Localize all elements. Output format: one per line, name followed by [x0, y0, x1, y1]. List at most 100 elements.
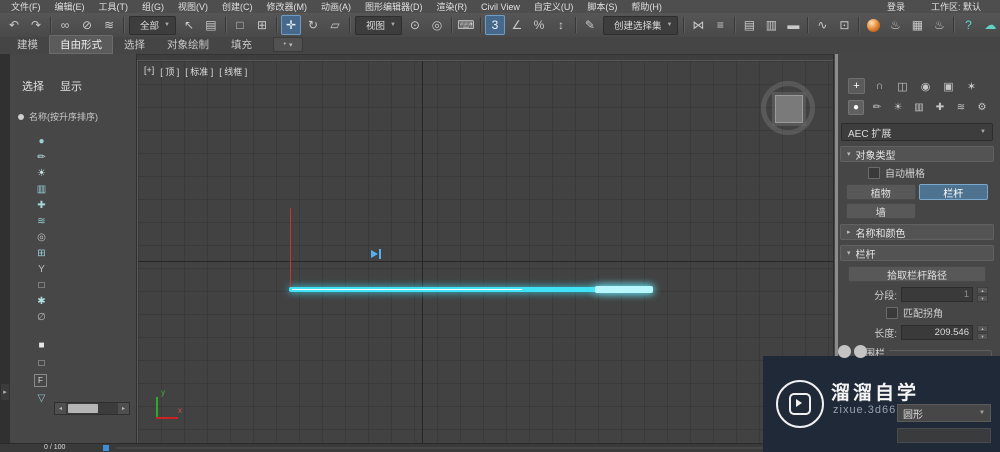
- pick-railing-path-button[interactable]: 拾取栏杆路径: [848, 266, 986, 282]
- mirror-button[interactable]: ⋈: [688, 15, 708, 35]
- length-spinner[interactable]: ▴ ▾: [977, 325, 988, 340]
- redo-button[interactable]: ↷: [26, 15, 46, 35]
- viewport-general-menu[interactable]: [+]: [144, 65, 154, 78]
- spinner-snap-button[interactable]: ↕: [551, 15, 571, 35]
- autogrid-checkbox[interactable]: [868, 166, 880, 179]
- keyboard-shortcut-override-button[interactable]: ⌨: [456, 15, 476, 35]
- layer-explorer-toggle-button[interactable]: ▥: [761, 15, 781, 35]
- named-selection-sets-dropdown[interactable]: 创建选择集 ▼: [602, 15, 679, 35]
- sign-in-button[interactable]: 登录: [880, 0, 912, 13]
- filter-geometry-icon[interactable]: ●: [34, 134, 49, 148]
- category-helpers[interactable]: ✚: [932, 100, 948, 115]
- ribbon-tab[interactable]: 自由形式: [49, 35, 113, 54]
- use-pivot-center-button[interactable]: ⊙: [405, 15, 425, 35]
- category-lights[interactable]: ☀: [890, 100, 906, 115]
- filter-frozen-icon[interactable]: ✱: [34, 294, 49, 308]
- spinner-up-icon[interactable]: ▴: [977, 325, 988, 332]
- filter-cameras-icon[interactable]: ▥: [34, 182, 49, 196]
- explorer-menu[interactable]: 选择: [22, 78, 44, 94]
- tab-display[interactable]: ▣: [940, 78, 957, 94]
- angle-snap-button[interactable]: ∠: [507, 15, 527, 35]
- menu-item[interactable]: 渲染(R): [430, 0, 475, 13]
- scroll-thumb[interactable]: [68, 404, 99, 413]
- menu-item[interactable]: 视图(V): [171, 0, 215, 13]
- menu-item[interactable]: Civil View: [474, 2, 527, 12]
- view-cube[interactable]: [761, 81, 815, 135]
- time-slider-marker[interactable]: [103, 445, 109, 451]
- tab-create[interactable]: +: [848, 78, 865, 94]
- select-and-manipulate-button[interactable]: ◎: [427, 15, 447, 35]
- select-and-scale-button[interactable]: ▱: [325, 15, 345, 35]
- menu-item[interactable]: 文件(F): [4, 0, 48, 13]
- segments-field[interactable]: 1: [901, 287, 973, 302]
- partial-field[interactable]: [897, 428, 991, 443]
- filter-containers-icon[interactable]: □: [34, 278, 49, 292]
- menu-item[interactable]: 组(G): [135, 0, 171, 13]
- viewport-standard-menu[interactable]: [ 标准 ]: [185, 65, 213, 78]
- viewport-shading-menu[interactable]: [ 线框 ]: [219, 65, 247, 78]
- ribbon-tab[interactable]: 建模: [6, 35, 49, 54]
- select-by-name-button[interactable]: ▤: [201, 15, 221, 35]
- respect-corners-checkbox[interactable]: [886, 306, 898, 319]
- select-and-move-button[interactable]: ✛: [280, 15, 301, 35]
- rendered-frame-window-button[interactable]: ▦: [907, 15, 927, 35]
- length-field[interactable]: 209.546: [901, 325, 973, 340]
- tab-modify[interactable]: ∩: [871, 78, 888, 94]
- filter-bones-icon[interactable]: Y: [34, 262, 49, 276]
- category-systems[interactable]: ⚙: [974, 100, 990, 115]
- rollout-object-type[interactable]: ▾ 对象类型: [840, 146, 994, 162]
- menu-item[interactable]: 自定义(U): [527, 0, 581, 13]
- ribbon-toggle-button[interactable]: ▬: [783, 15, 803, 35]
- tab-hierarchy[interactable]: ◫: [894, 78, 911, 94]
- outline-square-icon[interactable]: □: [34, 356, 49, 370]
- filter-shapes-icon[interactable]: ✏: [34, 150, 49, 164]
- snaps-toggle-3d-button[interactable]: 3: [484, 15, 505, 35]
- solid-square-icon[interactable]: ■: [34, 338, 49, 352]
- filter-hidden-icon[interactable]: ∅: [34, 310, 49, 324]
- rollout-name-color[interactable]: ▸ 名称和颜色: [840, 224, 994, 240]
- segments-spinner[interactable]: ▴ ▾: [977, 287, 988, 302]
- schematic-view-button[interactable]: ⊡: [834, 15, 854, 35]
- railing-object[interactable]: [289, 286, 653, 293]
- viewcube-top-face[interactable]: [775, 95, 803, 123]
- scroll-track[interactable]: [66, 403, 118, 414]
- category-dropdown[interactable]: AEC 扩展 ▼: [841, 123, 993, 141]
- percent-snap-button[interactable]: %: [529, 15, 549, 35]
- wall-button[interactable]: 墙: [846, 203, 916, 219]
- curve-editor-button[interactable]: ∿: [812, 15, 832, 35]
- menu-item[interactable]: 创建(C): [215, 0, 260, 13]
- category-geometry[interactable]: ●: [848, 100, 864, 115]
- filter-xrefs-icon[interactable]: ⊞: [34, 246, 49, 260]
- explorer-menu[interactable]: 显示: [60, 78, 82, 94]
- menu-item[interactable]: 编辑(E): [48, 0, 92, 13]
- select-object-button[interactable]: ↖: [179, 15, 199, 35]
- filter-helpers-icon[interactable]: ✚: [34, 198, 49, 212]
- filter-groups-icon[interactable]: ◎: [34, 230, 49, 244]
- foliage-button[interactable]: 植物: [846, 184, 916, 200]
- rollout-railing[interactable]: ▾ 栏杆: [840, 245, 994, 261]
- material-editor-button[interactable]: [863, 15, 883, 35]
- ribbon-tab[interactable]: 填充: [220, 35, 263, 54]
- explorer-scrollbar[interactable]: ◂ ▸: [54, 402, 130, 415]
- undo-button[interactable]: ↶: [4, 15, 24, 35]
- unlink-selection-button[interactable]: ⊘: [77, 15, 97, 35]
- workspace-selector[interactable]: 工作区: 默认: [924, 0, 988, 13]
- letter-f-badge-icon[interactable]: F: [34, 374, 47, 387]
- ribbon-tab[interactable]: 对象绘制: [156, 35, 220, 54]
- reference-coordinate-dropdown[interactable]: 视图 ▼: [354, 15, 402, 35]
- red-spline-path[interactable]: [290, 208, 291, 287]
- align-button[interactable]: ≡: [710, 15, 730, 35]
- menu-item[interactable]: 脚本(S): [580, 0, 624, 13]
- community-button[interactable]: ☁: [980, 15, 1000, 35]
- select-and-rotate-button[interactable]: ↻: [303, 15, 323, 35]
- filter-lights-icon[interactable]: ☀: [34, 166, 49, 180]
- menu-item[interactable]: 图形编辑器(D): [358, 0, 430, 13]
- spinner-up-icon[interactable]: ▴: [977, 287, 988, 294]
- category-cameras[interactable]: ▥: [911, 100, 927, 115]
- render-production-button[interactable]: ♨: [929, 15, 949, 35]
- expand-panel-arrow[interactable]: ▸: [1, 384, 9, 400]
- menu-item[interactable]: 帮助(H): [624, 0, 669, 13]
- window-crossing-toggle-button[interactable]: ⊞: [252, 15, 272, 35]
- railing-button[interactable]: 栏杆: [918, 184, 988, 200]
- rectangular-selection-region-button[interactable]: □: [230, 15, 250, 35]
